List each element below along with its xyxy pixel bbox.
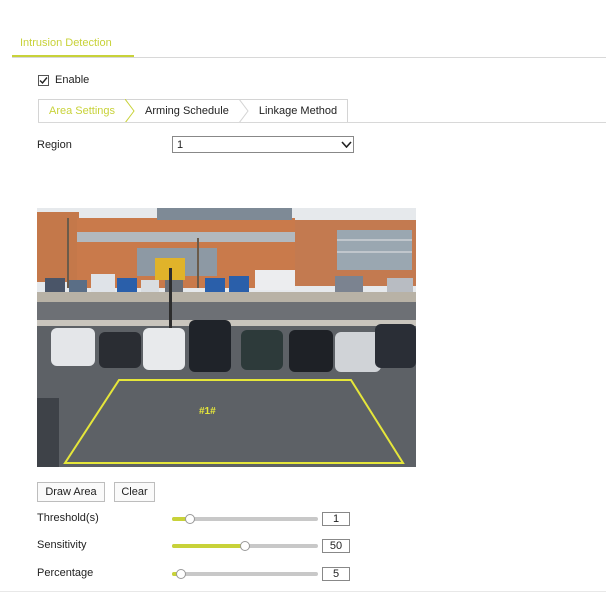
threshold-value[interactable]: 1 bbox=[322, 512, 350, 526]
tab-linkage-method-label: Linkage Method bbox=[258, 105, 338, 117]
tab-area-settings-label: Area Settings bbox=[49, 105, 116, 117]
camera-scene-image: #1# bbox=[37, 208, 416, 467]
threshold-label: Threshold(s) bbox=[37, 512, 99, 524]
sensitivity-knob[interactable] bbox=[240, 541, 250, 551]
clear-button[interactable]: Clear bbox=[114, 482, 155, 502]
tab-linkage-method[interactable]: Linkage Method bbox=[248, 99, 349, 123]
sensitivity-fill bbox=[172, 544, 245, 548]
tab-arming-schedule-label: Arming Schedule bbox=[145, 105, 229, 117]
sensitivity-slider[interactable] bbox=[172, 541, 318, 551]
tab-area-settings[interactable]: Area Settings bbox=[38, 99, 126, 123]
region-select[interactable]: 1 bbox=[172, 136, 354, 153]
region-value: 1 bbox=[177, 138, 184, 151]
percentage-track bbox=[172, 572, 318, 576]
enable-label: Enable bbox=[55, 74, 90, 86]
zone-label: #1# bbox=[199, 406, 216, 417]
threshold-knob[interactable] bbox=[185, 514, 195, 524]
settings-tabs: Area Settings Arming Schedule Linkage Me… bbox=[38, 99, 349, 123]
checkmark-icon bbox=[39, 76, 48, 84]
tabs-divider bbox=[38, 122, 606, 123]
enable-row[interactable]: Enable bbox=[38, 74, 89, 86]
threshold-slider[interactable] bbox=[172, 514, 318, 524]
page-title-tab[interactable]: Intrusion Detection bbox=[20, 37, 112, 49]
sensitivity-value[interactable]: 50 bbox=[322, 539, 350, 553]
percentage-knob[interactable] bbox=[176, 569, 186, 579]
bottom-divider bbox=[0, 591, 606, 592]
draw-area-button[interactable]: Draw Area bbox=[37, 482, 105, 502]
chevron-right-icon bbox=[238, 99, 249, 123]
percentage-label: Percentage bbox=[37, 567, 94, 579]
camera-preview[interactable]: #1# bbox=[37, 208, 416, 467]
enable-checkbox[interactable] bbox=[38, 74, 49, 86]
region-label: Region bbox=[37, 139, 72, 151]
tab-arming-schedule[interactable]: Arming Schedule bbox=[135, 99, 239, 123]
percentage-value[interactable]: 5 bbox=[322, 567, 350, 581]
chevron-down-icon bbox=[339, 138, 353, 152]
title-divider bbox=[12, 57, 606, 58]
chevron-right-icon bbox=[125, 99, 136, 123]
percentage-slider[interactable] bbox=[172, 569, 318, 579]
sensitivity-label: Sensitivity bbox=[37, 539, 87, 551]
